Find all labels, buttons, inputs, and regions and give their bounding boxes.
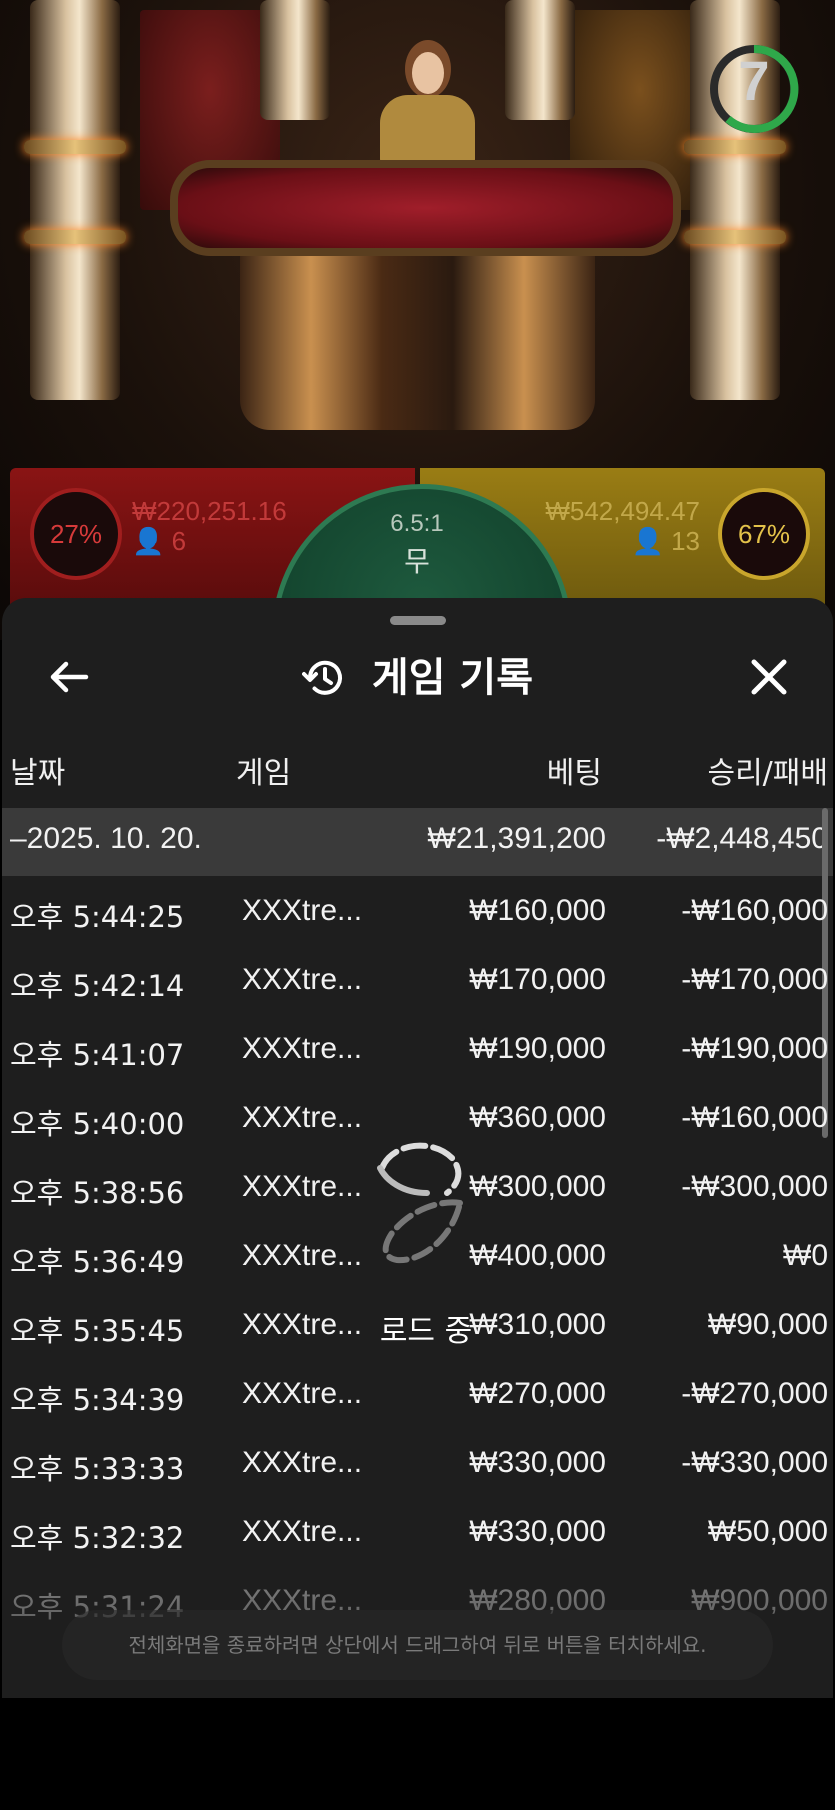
row-game: XXXtre... — [242, 1308, 363, 1341]
row-bet: ₩330,000 — [469, 1446, 606, 1479]
row-winloss: -₩170,000 — [681, 963, 828, 996]
history-row[interactable]: 오후 5:33:33 XXXtre... ₩330,000 -₩330,000 — [2, 1428, 833, 1497]
pillar — [505, 0, 575, 120]
history-row[interactable]: 오후 5:44:25 XXXtre... ₩160,000 -₩160,000 — [2, 876, 833, 945]
row-bet: ₩330,000 — [469, 1515, 606, 1548]
sheet-header: 게임 기록 — [2, 640, 833, 714]
person-icon: 👤 — [631, 526, 664, 556]
countdown-timer: 7 — [708, 34, 800, 144]
history-row[interactable]: 오후 5:32:32 XXXtre... ₩330,000 ₩50,000 — [2, 1497, 833, 1566]
row-game: XXXtre... — [242, 1101, 363, 1134]
date-group-winloss: -₩2,448,450 — [656, 822, 828, 855]
row-bet: ₩170,000 — [469, 963, 606, 996]
row-time: 오후 5:42:14 — [10, 969, 185, 1003]
person-icon: 👤 — [132, 526, 165, 556]
row-bet: ₩160,000 — [469, 894, 606, 927]
dragon-bet-amount: ₩220,251.16 — [132, 496, 287, 526]
row-time: 오후 5:34:39 — [10, 1383, 185, 1417]
row-game: XXXtre... — [242, 1239, 363, 1272]
row-game: XXXtre... — [242, 894, 363, 927]
row-game: XXXtre... — [242, 1170, 363, 1203]
row-winloss: -₩160,000 — [681, 894, 828, 927]
row-bet: ₩360,000 — [469, 1101, 606, 1134]
row-game: XXXtre... — [242, 1377, 363, 1410]
game-history-sheet: 게임 기록 날짜 게임 베팅 승리/패배 –2025. 10. 20. ₩21,… — [2, 598, 833, 1698]
row-winloss: -₩330,000 — [681, 1446, 828, 1479]
row-time: 오후 5:35:45 — [10, 1314, 185, 1348]
sheet-title: 게임 기록 — [371, 655, 534, 701]
row-bet: ₩270,000 — [469, 1377, 606, 1410]
row-time: 오후 5:36:49 — [10, 1245, 185, 1279]
column-header-winloss[interactable]: 승리/패배 — [628, 748, 828, 792]
row-game: XXXtre... — [242, 1515, 363, 1548]
row-bet: ₩190,000 — [469, 1032, 606, 1065]
row-game: XXXtre... — [242, 963, 363, 996]
pillar — [24, 0, 126, 400]
row-time: 오후 5:38:56 — [10, 1176, 185, 1210]
column-header-game[interactable]: 게임 — [236, 748, 291, 792]
date-group-label: –2025. 10. 20. — [10, 822, 202, 855]
tiger-player-count: 13 — [671, 526, 700, 556]
row-game: XXXtre... — [242, 1032, 363, 1065]
live-video: 7 6.5:1 무 27% 67% ₩220,251.16 👤 6 ₩542,4… — [0, 0, 835, 640]
row-winloss: -₩300,000 — [681, 1170, 828, 1203]
history-row[interactable]: 오후 5:42:14 XXXtre... ₩170,000 -₩170,000 — [2, 945, 833, 1014]
loading-text: 로드 중 — [379, 1314, 473, 1349]
history-row[interactable]: 오후 5:41:07 XXXtre... ₩190,000 -₩190,000 — [2, 1014, 833, 1083]
close-icon — [751, 659, 787, 695]
row-winloss: ₩90,000 — [707, 1308, 828, 1341]
row-game: XXXtre... — [242, 1446, 363, 1479]
tiger-bet-info: ₩542,494.47 👤 13 — [518, 496, 700, 556]
dealer — [380, 40, 475, 165]
row-time: 오후 5:33:33 — [10, 1452, 185, 1486]
pillar — [260, 0, 330, 120]
row-winloss: -₩160,000 — [681, 1101, 828, 1134]
column-header-date[interactable]: 날짜 — [10, 748, 65, 792]
dragon-percent: 27% — [30, 488, 122, 580]
tiger-percent: 67% — [718, 488, 810, 580]
history-row[interactable]: 오후 5:34:39 XXXtre... ₩270,000 -₩270,000 — [2, 1359, 833, 1428]
row-time: 오후 5:44:25 — [10, 900, 185, 934]
row-time: 오후 5:40:00 — [10, 1107, 185, 1141]
row-time: 오후 5:32:32 — [10, 1521, 185, 1555]
game-table — [170, 160, 681, 256]
drag-handle[interactable] — [390, 616, 446, 625]
date-group-bet: ₩21,391,200 — [427, 822, 606, 855]
history-icon — [301, 660, 342, 695]
tiger-bet-amount: ₩542,494.47 — [545, 496, 700, 526]
column-header-bet[interactable]: 베팅 — [452, 748, 602, 792]
date-group-row[interactable]: –2025. 10. 20. ₩21,391,200 -₩2,448,450 — [2, 808, 833, 876]
dragon-player-count: 6 — [171, 526, 187, 556]
row-winloss: -₩190,000 — [681, 1032, 828, 1065]
row-winloss: -₩270,000 — [681, 1377, 828, 1410]
close-button[interactable] — [742, 650, 796, 704]
table-base — [240, 250, 595, 430]
dragon-bet-info: ₩220,251.16 👤 6 — [132, 496, 287, 556]
fullscreen-hint-toast: 전체화면을 종료하려면 상단에서 드래그하여 뒤로 버튼을 터치하세요. — [62, 1610, 773, 1680]
row-winloss: ₩50,000 — [707, 1515, 828, 1548]
row-winloss: ₩0 — [783, 1239, 828, 1272]
row-time: 오후 5:41:07 — [10, 1038, 185, 1072]
timer-value: 7 — [738, 49, 770, 112]
loading-spinner-icon — [372, 1138, 472, 1268]
